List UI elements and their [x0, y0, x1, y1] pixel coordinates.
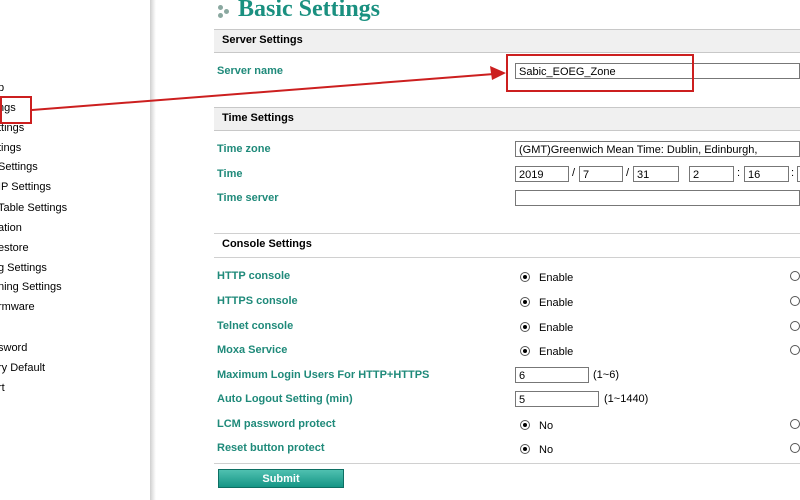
radio-label: Enable	[539, 346, 574, 358]
sidebar-menu: p ngs ttings tings Settings IP Settings …	[0, 0, 150, 500]
sidebar-item[interactable]: rmware	[0, 301, 35, 313]
divider	[214, 257, 800, 258]
time-separator: :	[791, 167, 795, 179]
date-separator: /	[626, 167, 630, 179]
auto-logout-hint: (1~1440)	[604, 393, 649, 405]
reset-yes-radio[interactable]	[790, 443, 800, 453]
sidebar-item[interactable]: IP Settings	[0, 181, 51, 193]
auto-logout-label: Auto Logout Setting (min)	[217, 393, 353, 405]
radio-label: No	[539, 420, 554, 432]
moxa-enable-radio[interactable]	[520, 346, 530, 356]
max-login-input[interactable]: 6	[515, 367, 589, 383]
divider	[214, 463, 800, 464]
minute-input[interactable]: 16	[744, 166, 789, 182]
day-input[interactable]: 31	[633, 166, 679, 182]
server-name-label: Server name	[217, 65, 284, 77]
sidebar-item[interactable]: ation	[0, 222, 22, 234]
sidebar-item[interactable]: g Settings	[0, 262, 47, 274]
dots-icon	[218, 5, 236, 19]
sidebar-item[interactable]: rt	[0, 382, 5, 394]
http-disable-radio[interactable]	[790, 271, 800, 281]
sidebar-item[interactable]: ning Settings	[0, 281, 62, 293]
time-zone-label: Time zone	[217, 143, 271, 155]
sidebar-item[interactable]: Table Settings	[0, 202, 67, 214]
telnet-disable-radio[interactable]	[790, 321, 800, 331]
max-login-label: Maximum Login Users For HTTP+HTTPS	[217, 369, 430, 381]
radio-label: Enable	[539, 297, 574, 309]
https-disable-radio[interactable]	[790, 296, 800, 306]
radio-label: Enable	[539, 272, 574, 284]
sidebar-item[interactable]: tings	[0, 142, 21, 154]
auto-logout-input[interactable]: 5	[515, 391, 599, 407]
sidebar-item[interactable]: sword	[0, 342, 27, 354]
time-zone-select[interactable]: (GMT)Greenwich Mean Time: Dublin, Edinbu…	[515, 141, 800, 157]
lcm-password-label: LCM password protect	[217, 418, 336, 430]
time-settings-header: Time Settings	[214, 107, 800, 131]
radio-label: Enable	[539, 322, 574, 334]
divider	[214, 233, 800, 234]
moxa-service-label: Moxa Service	[217, 344, 288, 356]
hour-input[interactable]: 2	[689, 166, 734, 182]
moxa-disable-radio[interactable]	[790, 345, 800, 355]
date-separator: /	[572, 167, 576, 179]
section-title: Time Settings	[222, 112, 294, 124]
https-enable-radio[interactable]	[520, 297, 530, 307]
month-input[interactable]: 7	[579, 166, 623, 182]
lcm-no-radio[interactable]	[520, 420, 530, 430]
max-login-hint: (1~6)	[593, 369, 619, 381]
telnet-console-label: Telnet console	[217, 320, 294, 332]
sidebar-item[interactable]: estore	[0, 242, 29, 254]
radio-label: No	[539, 444, 554, 456]
main-panel: Basic Settings Server Settings Server na…	[156, 0, 800, 500]
time-server-input[interactable]	[515, 190, 800, 206]
http-console-label: HTTP console	[217, 270, 291, 282]
reset-no-radio[interactable]	[520, 444, 530, 454]
year-input[interactable]: 2019	[515, 166, 569, 182]
page-title: Basic Settings	[238, 0, 381, 22]
sidebar-item[interactable]: Settings	[0, 161, 38, 173]
time-label: Time	[217, 168, 243, 180]
http-enable-radio[interactable]	[520, 272, 530, 282]
server-settings-header: Server Settings	[214, 29, 800, 53]
server-name-highlight-box	[506, 54, 694, 92]
https-console-label: HTTPS console	[217, 295, 298, 307]
sidebar-item[interactable]: p	[0, 82, 4, 94]
section-title: Server Settings	[222, 34, 303, 46]
sidebar-item[interactable]: ry Default	[0, 362, 45, 374]
submit-button[interactable]: Submit	[218, 469, 344, 488]
console-settings-header: Console Settings	[222, 238, 312, 250]
sidebar-highlight-box	[0, 96, 32, 124]
lcm-yes-radio[interactable]	[790, 419, 800, 429]
reset-button-label: Reset button protect	[217, 442, 325, 454]
telnet-enable-radio[interactable]	[520, 322, 530, 332]
time-server-label: Time server	[217, 192, 279, 204]
time-separator: :	[737, 167, 741, 179]
